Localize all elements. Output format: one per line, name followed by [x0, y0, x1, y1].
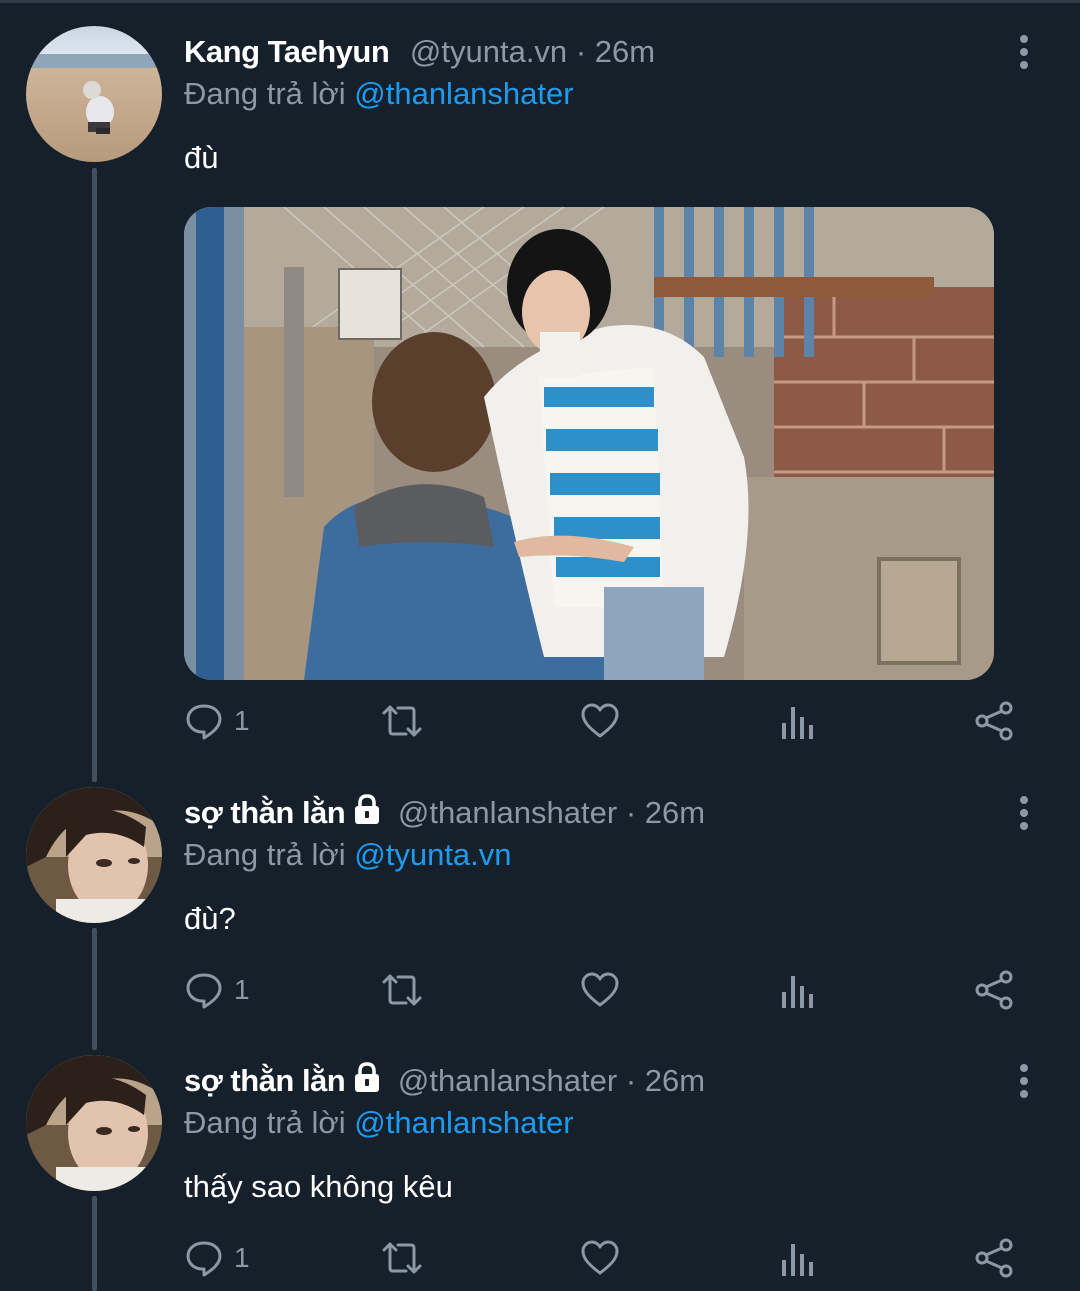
tweet-header: Kang Taehyun @tyunta.vn · 26m: [184, 32, 655, 72]
reply-prefix: Đang trả lời: [184, 1105, 346, 1140]
timestamp[interactable]: 26m: [595, 34, 655, 69]
views-button[interactable]: [780, 1235, 816, 1281]
user-handle[interactable]: @thanlanshater: [398, 1063, 617, 1098]
heart-icon: [580, 1238, 620, 1278]
reply-count: 1: [234, 1242, 250, 1273]
reply-button[interactable]: 1: [184, 1235, 250, 1281]
reply-button[interactable]: 1: [184, 967, 250, 1013]
reply-icon: [184, 970, 224, 1010]
share-button[interactable]: [974, 967, 1014, 1013]
tweet-text: thấy sao không kêu: [184, 1169, 453, 1204]
reply-prefix: Đang trả lời: [184, 76, 346, 111]
tweet-actions: 1: [184, 967, 1024, 1013]
avatar[interactable]: [26, 1055, 162, 1191]
timestamp[interactable]: 26m: [645, 1063, 705, 1098]
tweet-actions: 1: [184, 1235, 1024, 1281]
more-vertical-icon[interactable]: [1016, 795, 1032, 831]
reply-icon: [184, 1238, 224, 1278]
lock-icon: [351, 1061, 383, 1103]
separator: ·: [575, 34, 587, 69]
reply-count: 1: [234, 974, 250, 1005]
share-icon: [974, 970, 1014, 1010]
tweet[interactable]: sợ thằn lằn @thanlanshater · 26m Đang tr…: [0, 1029, 1080, 1291]
tweet-actions: 1: [184, 698, 1024, 744]
display-name[interactable]: Kang Taehyun: [184, 34, 390, 69]
heart-icon: [580, 970, 620, 1010]
display-name[interactable]: sợ thằn lằn: [184, 795, 346, 830]
retweet-button[interactable]: [380, 698, 424, 744]
separator: ·: [625, 795, 637, 830]
lock-icon: [351, 793, 383, 835]
share-icon: [974, 1238, 1014, 1278]
reply-button[interactable]: 1: [184, 698, 250, 744]
retweet-button[interactable]: [380, 1235, 424, 1281]
views-button[interactable]: [780, 698, 816, 744]
separator: ·: [625, 1063, 637, 1098]
replying-to: Đang trả lời @thanlanshater: [184, 74, 574, 114]
retweet-icon: [380, 970, 424, 1010]
share-button[interactable]: [974, 698, 1014, 744]
avatar[interactable]: [26, 787, 162, 923]
retweet-icon: [380, 701, 424, 741]
more-vertical-icon[interactable]: [1016, 1063, 1032, 1099]
retweet-icon: [380, 1238, 424, 1278]
reply-count: 1: [234, 705, 250, 736]
like-button[interactable]: [580, 1235, 620, 1281]
tweet[interactable]: sợ thằn lằn @thanlanshater · 26m Đang tr…: [0, 761, 1080, 1041]
heart-icon: [580, 701, 620, 741]
like-button[interactable]: [580, 967, 620, 1013]
reply-mention[interactable]: @tyunta.vn: [354, 837, 511, 872]
display-name[interactable]: sợ thằn lằn: [184, 1063, 346, 1098]
reply-icon: [184, 701, 224, 741]
user-handle[interactable]: @thanlanshater: [398, 795, 617, 830]
replying-to: Đang trả lời @tyunta.vn: [184, 835, 512, 875]
avatar[interactable]: [26, 26, 162, 162]
tweet-text: đù: [184, 140, 219, 175]
tweet-text: đù?: [184, 901, 236, 936]
reply-mention[interactable]: @thanlanshater: [354, 1105, 573, 1140]
views-icon: [780, 1238, 816, 1278]
views-icon: [780, 970, 816, 1010]
tweet-header: sợ thằn lằn @thanlanshater · 26m: [184, 793, 705, 835]
more-vertical-icon[interactable]: [1016, 34, 1032, 70]
like-button[interactable]: [580, 698, 620, 744]
retweet-button[interactable]: [380, 967, 424, 1013]
views-button[interactable]: [780, 967, 816, 1013]
timestamp[interactable]: 26m: [645, 795, 705, 830]
tweet[interactable]: Kang Taehyun @tyunta.vn · 26m Đang trả l…: [0, 0, 1080, 770]
tweet-header: sợ thằn lằn @thanlanshater · 26m: [184, 1061, 705, 1103]
share-button[interactable]: [974, 1235, 1014, 1281]
reply-prefix: Đang trả lời: [184, 837, 346, 872]
reply-mention[interactable]: @thanlanshater: [354, 76, 573, 111]
user-handle[interactable]: @tyunta.vn: [410, 34, 567, 69]
share-icon: [974, 701, 1014, 741]
views-icon: [780, 701, 816, 741]
tweet-media-photo[interactable]: [184, 207, 994, 680]
replying-to: Đang trả lời @thanlanshater: [184, 1103, 574, 1143]
